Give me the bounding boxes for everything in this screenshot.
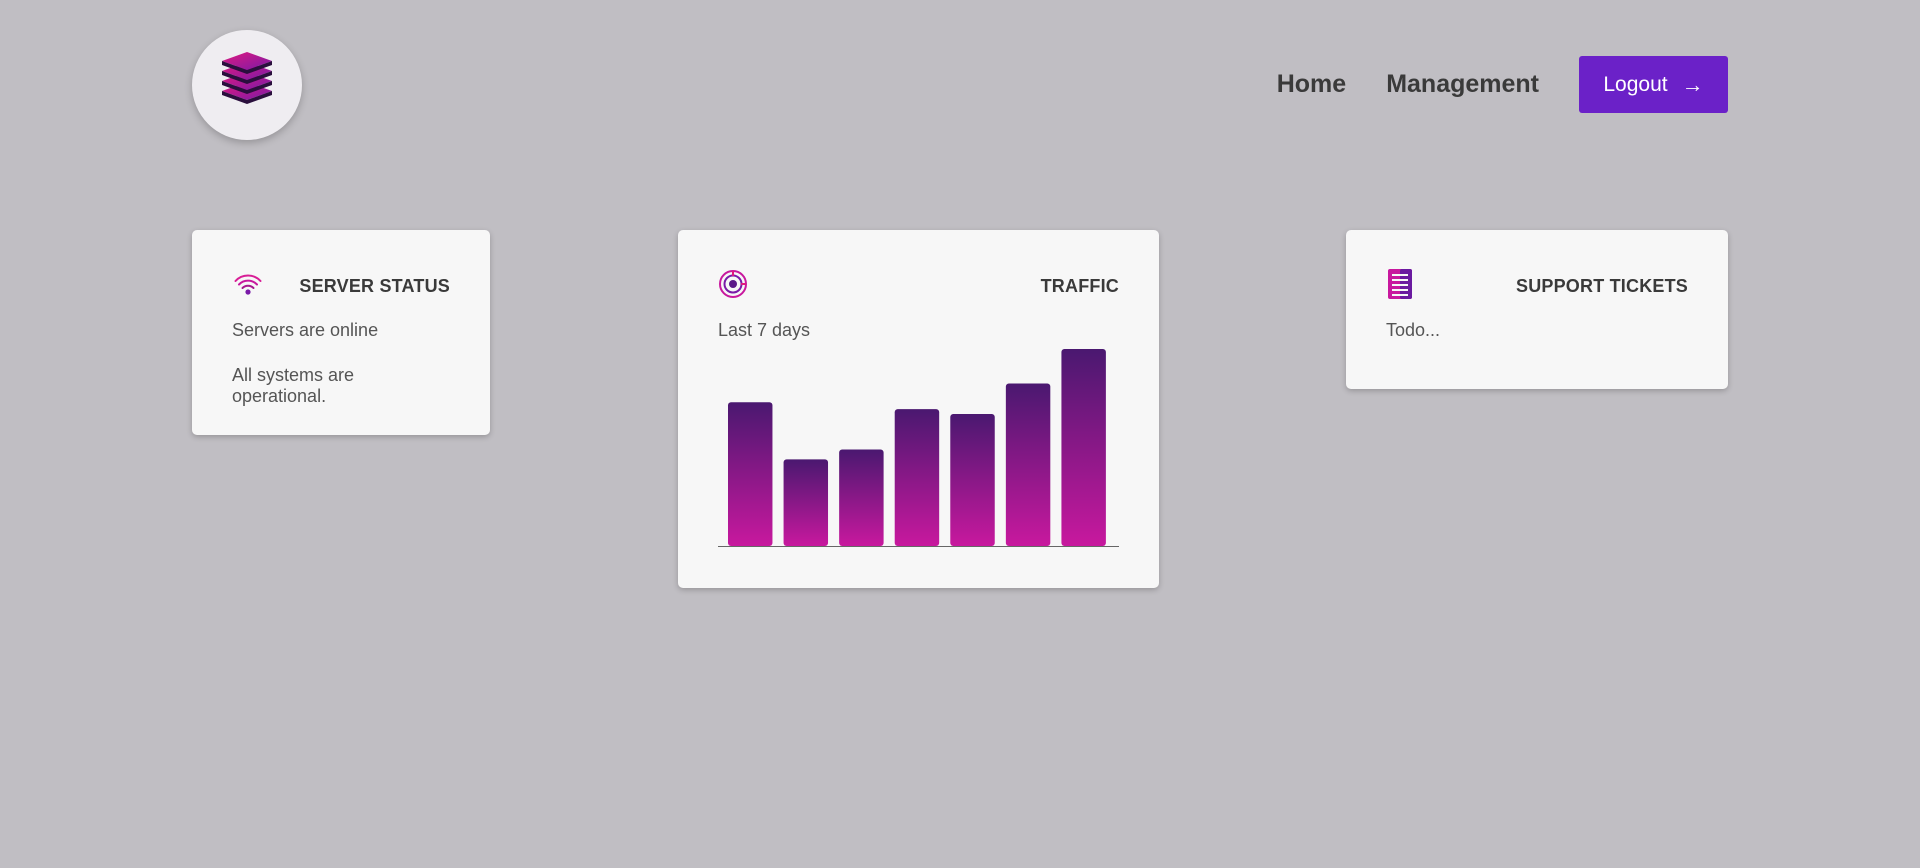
server-status-card: SERVER STATUS Servers are online All sys… [192, 230, 490, 435]
logout-label: Logout [1603, 72, 1668, 96]
layers-stack-icon [216, 51, 278, 119]
support-tickets-card: SUPPORT TICKETS Todo... [1346, 230, 1728, 389]
wifi-signal-icon [232, 270, 264, 303]
card-title: SERVER STATUS [299, 275, 450, 296]
support-tickets-text: Todo... [1386, 320, 1441, 340]
arrow-right-icon: → [1681, 71, 1704, 97]
card-title: TRAFFIC [1040, 275, 1119, 296]
chart-bar [839, 449, 884, 546]
chart-bar [728, 402, 773, 546]
chart-bar [1005, 383, 1051, 546]
ticket-list-icon [1386, 268, 1414, 305]
top-nav: Home Management Logout → [1277, 56, 1728, 113]
globe-target-icon [718, 269, 748, 304]
chart-bar [950, 414, 995, 546]
chart-bar [894, 409, 940, 546]
traffic-subtitle: Last 7 days [718, 320, 811, 340]
card-title: SUPPORT TICKETS [1515, 275, 1688, 296]
nav-management-link[interactable]: Management [1386, 70, 1539, 99]
traffic-card: TRAFFIC Last 7 days [678, 230, 1159, 588]
dashboard-page: Home Management Logout → SERVER STATUS S… [0, 0, 1920, 868]
traffic-bar-chart [718, 349, 1119, 547]
logout-button[interactable]: Logout → [1579, 56, 1728, 113]
logo[interactable] [192, 30, 302, 140]
traffic-chart [718, 347, 1119, 547]
server-status-text: Servers are online [232, 320, 379, 340]
chart-bar [783, 459, 829, 546]
nav-home-link[interactable]: Home [1277, 70, 1346, 99]
server-detail-text: All systems are operational. [232, 365, 355, 406]
chart-bar [1061, 349, 1106, 546]
